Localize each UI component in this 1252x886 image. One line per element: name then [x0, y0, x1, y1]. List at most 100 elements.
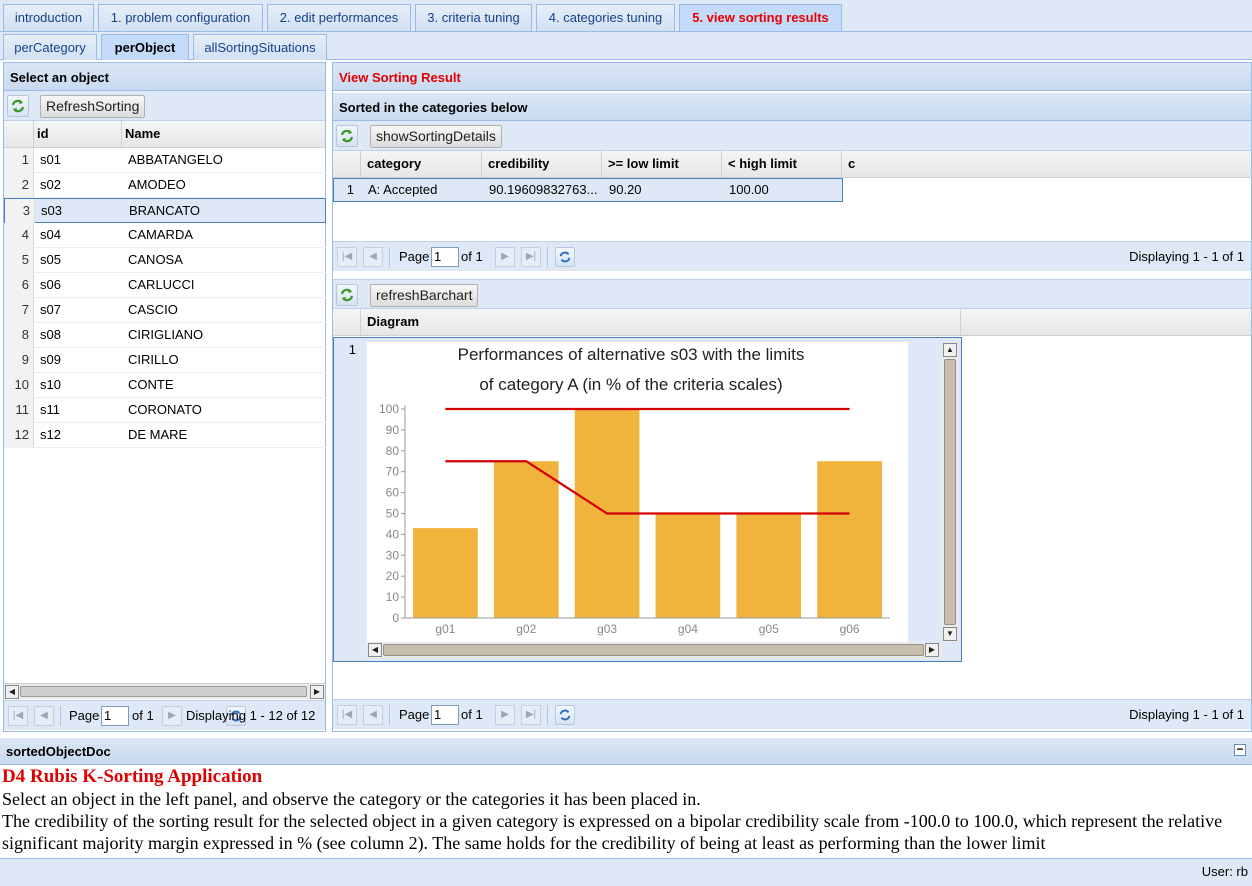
barchart-toolbar: refreshBarchart	[333, 279, 1251, 309]
scroll-thumb[interactable]	[20, 686, 307, 697]
table-row[interactable]: 4 s04 CAMARDA	[4, 223, 326, 248]
tab-view-sorting-results[interactable]: 5. view sorting results	[679, 4, 842, 31]
first-page-button[interactable]: |◀	[337, 705, 357, 725]
name-column-header[interactable]: Name	[122, 121, 325, 147]
object-name: CASCIO	[128, 302, 178, 317]
table-row[interactable]: 9 s09 CIRILLO	[4, 348, 326, 373]
displaying-count: Displaying 1 - 1 of 1	[1129, 707, 1244, 722]
vscroll-thumb[interactable]	[944, 359, 956, 625]
credibility-column-header[interactable]: credibility	[482, 151, 602, 177]
prev-page-button[interactable]: ◀	[363, 247, 383, 267]
diagram-grid-header: Diagram	[333, 309, 1251, 336]
pager-separator	[389, 705, 390, 725]
diagram-hscrollbar[interactable]: ◀ ▶	[367, 643, 942, 658]
diagram-row: 1 Performances of alternative s03 with t…	[333, 337, 962, 662]
object-grid-hscrollbar[interactable]: ◀ ▶	[4, 683, 325, 699]
doc-panel-header: sortedObjectDoc −	[0, 738, 1252, 765]
tab-problem-configuration[interactable]: 1. problem configuration	[98, 4, 263, 31]
scroll-up-button[interactable]: ▲	[943, 343, 957, 357]
result-pager: |◀ ◀ Page 1 of 1 ▶ ▶| Displaying 1 - 1 o…	[333, 241, 1251, 271]
next-page-button[interactable]: ▶	[495, 247, 515, 267]
first-page-button[interactable]: |◀	[337, 247, 357, 267]
page-label: Page	[69, 708, 100, 723]
page-number-input[interactable]: 1	[431, 705, 459, 725]
table-row[interactable]: 11 s11 CORONATO	[4, 398, 326, 423]
row-number: 10	[4, 373, 34, 397]
bar-g06	[817, 461, 882, 618]
show-sorting-details-button[interactable]: showSortingDetails	[370, 125, 502, 148]
refresh-page-button[interactable]	[555, 247, 575, 267]
next-page-button[interactable]: ▶	[495, 705, 515, 725]
object-name: DE MARE	[128, 427, 188, 442]
page-label: Page	[399, 707, 430, 722]
refresh-page-button[interactable]	[555, 705, 575, 725]
refresh-barchart-icon-button[interactable]	[336, 284, 358, 306]
table-row[interactable]: 7 s07 CASCIO	[4, 298, 326, 323]
table-row[interactable]: 2 s02 AMODEO	[4, 173, 326, 198]
hscroll-thumb[interactable]	[383, 644, 924, 656]
result-low-limit: 90.20	[609, 182, 642, 197]
category-column-header[interactable]: category	[361, 151, 482, 177]
diagram-vscrollbar[interactable]: ▲ ▼	[942, 342, 958, 642]
result-row[interactable]: 1 A: Accepted 90.19609832763... 90.20 10…	[333, 178, 843, 202]
table-row[interactable]: 10 s10 CONTE	[4, 373, 326, 398]
result-credibility: 90.19609832763...	[489, 182, 598, 197]
tab-per-category[interactable]: perCategory	[3, 34, 97, 60]
scroll-right-button[interactable]: ▶	[310, 685, 324, 699]
doc-heading: D4 Rubis K-Sorting Application	[2, 766, 263, 787]
x-tick-label: g05	[759, 622, 779, 636]
table-row[interactable]: 8 s08 CIRIGLIANO	[4, 323, 326, 348]
bar-g05	[736, 513, 802, 618]
refresh-sorting-icon-button[interactable]	[7, 95, 29, 117]
diagram-column-header[interactable]: Diagram	[361, 309, 961, 335]
table-row[interactable]: 1 s01 ABBATANGELO	[4, 148, 326, 173]
tab-per-object[interactable]: perObject	[101, 34, 189, 60]
tab-all-sorting-situations[interactable]: allSortingSituations	[193, 34, 327, 60]
extra-column-header[interactable]: c	[842, 151, 862, 177]
high-limit-column-header[interactable]: < high limit	[722, 151, 842, 177]
page-number-input[interactable]: 1	[431, 247, 459, 267]
object-id: s07	[40, 302, 61, 317]
tab-introduction[interactable]: introduction	[3, 4, 94, 31]
details-toolbar: showSortingDetails	[333, 121, 1251, 151]
page-number-input[interactable]: 1	[101, 706, 129, 726]
table-row[interactable]: 3 s03 BRANCATO	[4, 198, 326, 223]
pager-separator	[547, 705, 548, 725]
x-tick-label: g04	[678, 622, 698, 636]
x-tick-label: g02	[516, 622, 536, 636]
row-number: 1	[4, 148, 34, 172]
first-page-button[interactable]: |◀	[8, 706, 28, 726]
object-name: CONTE	[128, 377, 174, 392]
object-name: AMODEO	[128, 177, 186, 192]
table-row[interactable]: 6 s06 CARLUCCI	[4, 273, 326, 298]
table-row[interactable]: 12 s12 DE MARE	[4, 423, 326, 448]
scroll-left-button[interactable]: ◀	[368, 643, 382, 657]
scroll-down-button[interactable]: ▼	[943, 627, 957, 641]
tab-criteria-tuning[interactable]: 3. criteria tuning	[415, 4, 532, 31]
tab-categories-tuning[interactable]: 4. categories tuning	[536, 4, 675, 31]
result-rownum-strip	[333, 202, 361, 240]
scroll-left-button[interactable]: ◀	[5, 685, 19, 699]
row-number: 9	[4, 348, 34, 372]
object-id: s02	[40, 177, 61, 192]
sorting-result-title: View Sorting Result	[333, 63, 1251, 91]
id-column-header[interactable]: id	[34, 121, 122, 147]
prev-page-button[interactable]: ◀	[34, 706, 54, 726]
status-bar: User: rb	[0, 858, 1252, 886]
scroll-right-button[interactable]: ▶	[925, 643, 939, 657]
object-grid-header: id Name	[4, 121, 325, 148]
doc-line-1: Select an object in the left panel, and …	[2, 789, 701, 809]
refresh-sorting-button[interactable]: RefreshSorting	[40, 95, 146, 118]
low-limit-column-header[interactable]: >= low limit	[602, 151, 722, 177]
prev-page-button[interactable]: ◀	[363, 705, 383, 725]
last-page-button[interactable]: ▶|	[521, 705, 541, 725]
y-tick-label: 60	[386, 486, 400, 500]
last-page-button[interactable]: ▶|	[521, 247, 541, 267]
show-details-icon-button[interactable]	[336, 125, 358, 147]
doc-line-2: The credibility of the sorting result fo…	[2, 811, 1223, 853]
next-page-button[interactable]: ▶	[162, 706, 182, 726]
tab-edit-performances[interactable]: 2. edit performances	[267, 4, 411, 31]
refresh-barchart-button[interactable]: refreshBarchart	[370, 284, 479, 307]
table-row[interactable]: 5 s05 CANOSA	[4, 248, 326, 273]
collapse-icon[interactable]: −	[1234, 743, 1246, 756]
